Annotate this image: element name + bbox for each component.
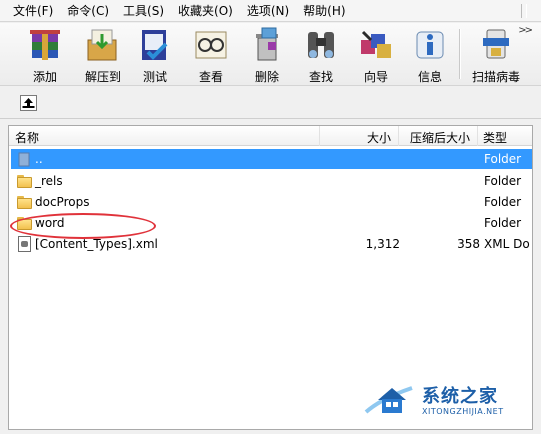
folder-icon <box>17 173 33 189</box>
item-packed-size: 358 <box>457 237 480 251</box>
virus-scan-button[interactable]: 扫描病毒 <box>470 26 522 84</box>
menu-tools[interactable]: 工具(S) <box>116 1 171 21</box>
folder-up-icon <box>17 151 33 167</box>
column-packed-size[interactable]: 压缩后大小 <box>410 129 470 146</box>
column-name[interactable]: 名称 <box>15 129 39 146</box>
delete-label: 删除 <box>254 70 279 84</box>
list-item-rels[interactable]: _rels Folder <box>11 171 532 191</box>
item-name: .. <box>35 152 43 166</box>
info-icon <box>411 26 449 64</box>
toolbar: 添加 解压到 测试 查看 删除 查找 向导 信息 扫描病毒 >> <box>0 23 541 86</box>
menu-favorites[interactable]: 收藏夹(O) <box>171 1 240 21</box>
column-type[interactable]: 类型 <box>483 129 507 146</box>
extract-to-button[interactable]: 解压到 <box>78 26 128 84</box>
menu-file[interactable]: 文件(F) <box>6 1 60 21</box>
test-button[interactable]: 测试 <box>130 26 180 84</box>
extract-to-label: 解压到 <box>84 70 121 84</box>
item-type: XML Do <box>484 237 530 251</box>
add-label: 添加 <box>32 70 57 84</box>
info-button[interactable]: 信息 <box>405 26 455 84</box>
item-type: Folder <box>484 195 522 209</box>
delete-button[interactable]: 删除 <box>242 26 292 84</box>
highlight-circle <box>10 213 156 239</box>
column-size[interactable]: 大小 <box>367 129 391 146</box>
test-icon <box>136 26 174 64</box>
info-label: 信息 <box>417 70 442 84</box>
view-icon <box>192 26 230 64</box>
test-label: 测试 <box>142 70 167 84</box>
item-name: docProps <box>35 195 90 209</box>
wizard-icon <box>357 26 395 64</box>
watermark: 系统之家 XITONGZHIJIA.NET <box>362 376 534 426</box>
item-size: 1,312 <box>365 237 400 251</box>
up-arrow-icon <box>22 98 35 108</box>
up-folder-button[interactable] <box>20 95 37 111</box>
find-icon <box>302 26 340 64</box>
menubar-grip <box>521 4 527 18</box>
list-item-parent[interactable]: .. Folder <box>11 149 532 169</box>
wizard-label: 向导 <box>363 70 388 84</box>
address-bar <box>0 87 541 119</box>
add-archive-icon <box>26 26 64 64</box>
column-separator[interactable] <box>477 126 478 146</box>
extract-to-icon <box>84 26 122 64</box>
item-name: [Content_Types].xml <box>35 237 158 251</box>
item-type: Folder <box>484 152 522 166</box>
chevron-more-icon[interactable]: >> <box>518 25 533 36</box>
add-button[interactable]: 添加 <box>20 26 70 84</box>
view-button[interactable]: 查看 <box>186 26 236 84</box>
folder-icon <box>17 194 33 210</box>
column-separator[interactable] <box>398 126 399 146</box>
wizard-button[interactable]: 向导 <box>351 26 401 84</box>
virus-scan-icon <box>477 26 515 64</box>
house-logo-icon <box>362 378 420 418</box>
toolbar-separator <box>459 29 461 79</box>
virus-scan-label: 扫描病毒 <box>471 70 520 84</box>
list-header: 名称 大小 压缩后大小 类型 <box>9 126 532 146</box>
menu-help[interactable]: 帮助(H) <box>296 1 352 21</box>
menu-bar: 文件(F) 命令(C) 工具(S) 收藏夹(O) 选项(N) 帮助(H) <box>0 0 541 22</box>
find-label: 查找 <box>308 70 333 84</box>
view-label: 查看 <box>198 70 223 84</box>
watermark-subtitle: XITONGZHIJIA.NET <box>422 407 504 416</box>
item-type: Folder <box>484 174 522 188</box>
delete-icon <box>248 26 286 64</box>
menu-options[interactable]: 选项(N) <box>240 1 296 21</box>
menu-commands[interactable]: 命令(C) <box>60 1 116 21</box>
list-item-docprops[interactable]: docProps Folder <box>11 192 532 212</box>
item-name: _rels <box>35 174 63 188</box>
column-separator[interactable] <box>319 126 320 146</box>
watermark-title: 系统之家 <box>422 386 498 407</box>
xml-file-icon <box>17 236 33 252</box>
item-type: Folder <box>484 216 522 230</box>
find-button[interactable]: 查找 <box>296 26 346 84</box>
